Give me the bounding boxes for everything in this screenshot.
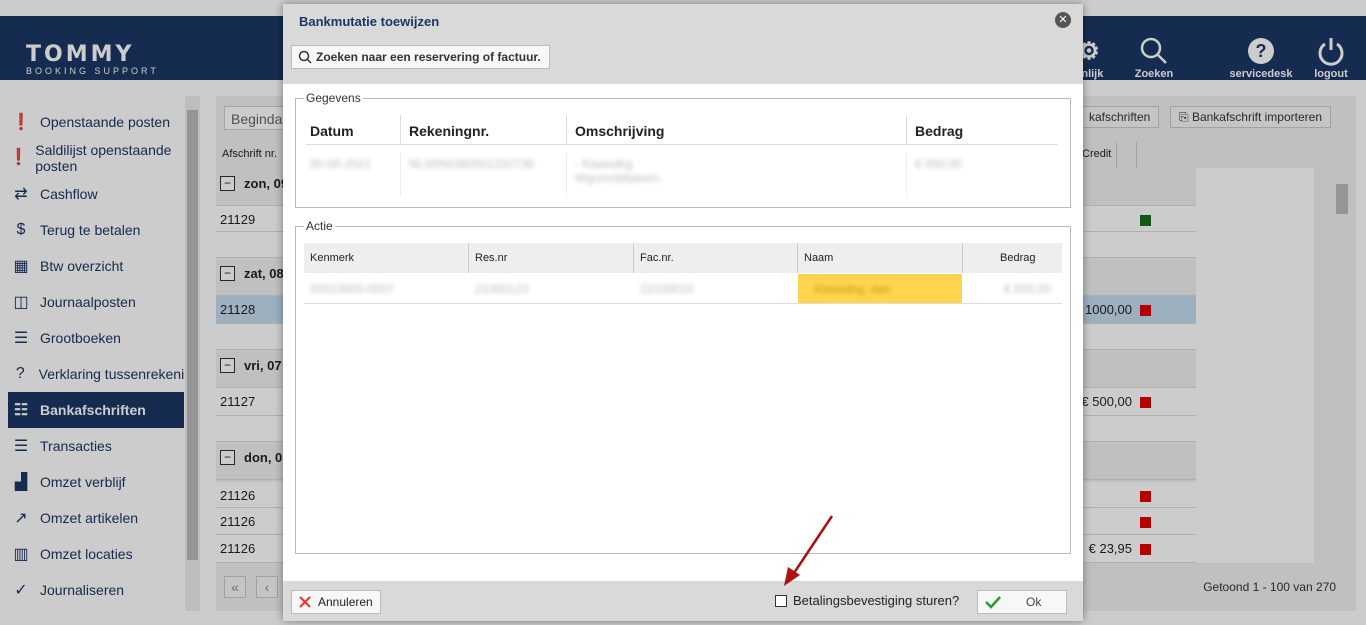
annotation-arrow-icon (784, 515, 834, 586)
